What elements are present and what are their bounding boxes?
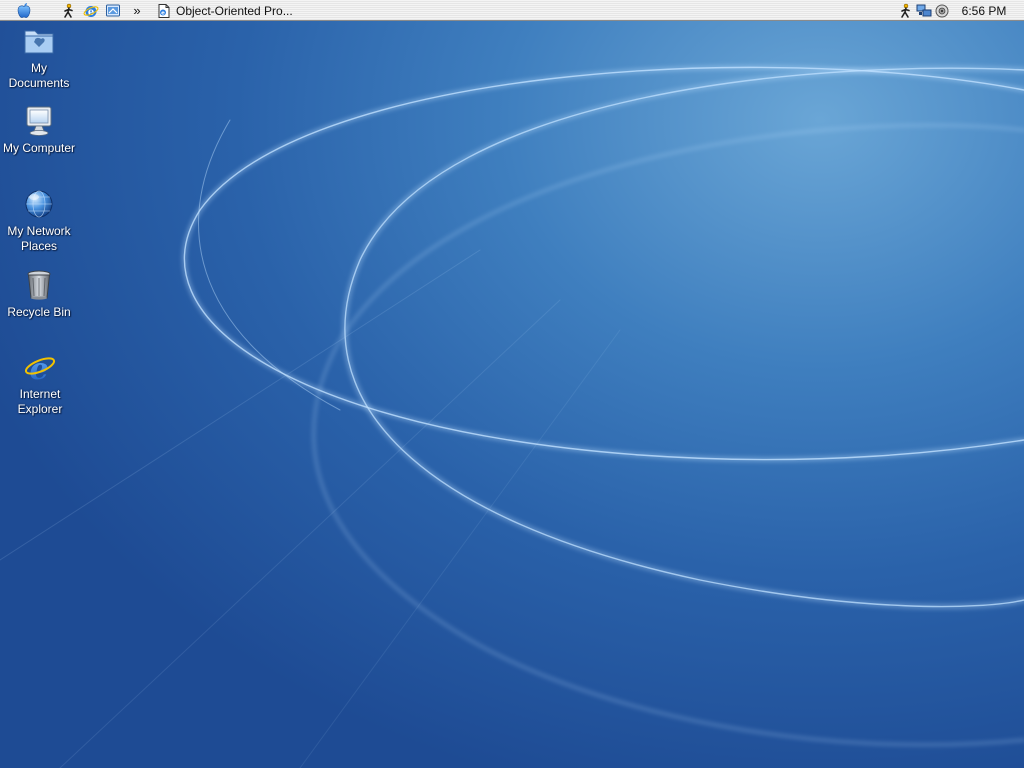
clock[interactable]: 6:56 PM xyxy=(956,2,1012,19)
svg-text:e: e xyxy=(29,352,48,384)
folder-icon xyxy=(22,24,56,58)
desktop[interactable]: e » e Object-Oriented Pro... 6:56 PM My … xyxy=(0,0,1024,768)
aim-tray-icon[interactable] xyxy=(897,2,915,19)
desktop-icon-label: Recycle Bin xyxy=(7,305,71,319)
internet-explorer-icon: e xyxy=(23,350,57,387)
network-icon[interactable] xyxy=(915,2,933,19)
show-desktop-icon[interactable] xyxy=(104,2,122,19)
desktop-icon-my-network-places[interactable]: My Network Places xyxy=(0,187,78,254)
svg-text:e: e xyxy=(161,10,165,16)
desktop-icon-label: My Network Places xyxy=(7,224,71,253)
wallpaper-swoosh xyxy=(0,64,1024,768)
document-icon[interactable]: e xyxy=(155,2,173,19)
desktop-icon-label: Internet Explorer xyxy=(17,387,63,416)
aim-running-man-icon[interactable] xyxy=(60,2,78,19)
desktop-icon-internet-explorer[interactable]: e Internet Explorer xyxy=(1,350,79,417)
desktop-icon-recycle-bin[interactable]: Recycle Bin xyxy=(0,268,78,320)
overflow-chevron[interactable]: » xyxy=(128,2,146,19)
internet-explorer-icon[interactable]: e xyxy=(82,2,100,19)
desktop-icon-label: My Computer xyxy=(2,141,76,155)
active-task-label: Object-Oriented Pro... xyxy=(176,3,293,18)
volume-icon[interactable] xyxy=(933,2,951,19)
trash-can-icon xyxy=(22,268,56,302)
active-task-button[interactable]: Object-Oriented Pro... xyxy=(176,2,306,19)
desktop-icon-my-documents[interactable]: My Documents xyxy=(0,24,78,91)
desktop-icon-my-computer[interactable]: My Computer xyxy=(0,104,78,156)
globe-icon xyxy=(22,187,56,221)
apple-logo-icon[interactable] xyxy=(14,2,34,19)
desktop-icon-label: My Documents xyxy=(8,61,70,90)
computer-icon xyxy=(22,104,56,138)
menu-bar: e » e Object-Oriented Pro... 6:56 PM xyxy=(0,0,1024,21)
